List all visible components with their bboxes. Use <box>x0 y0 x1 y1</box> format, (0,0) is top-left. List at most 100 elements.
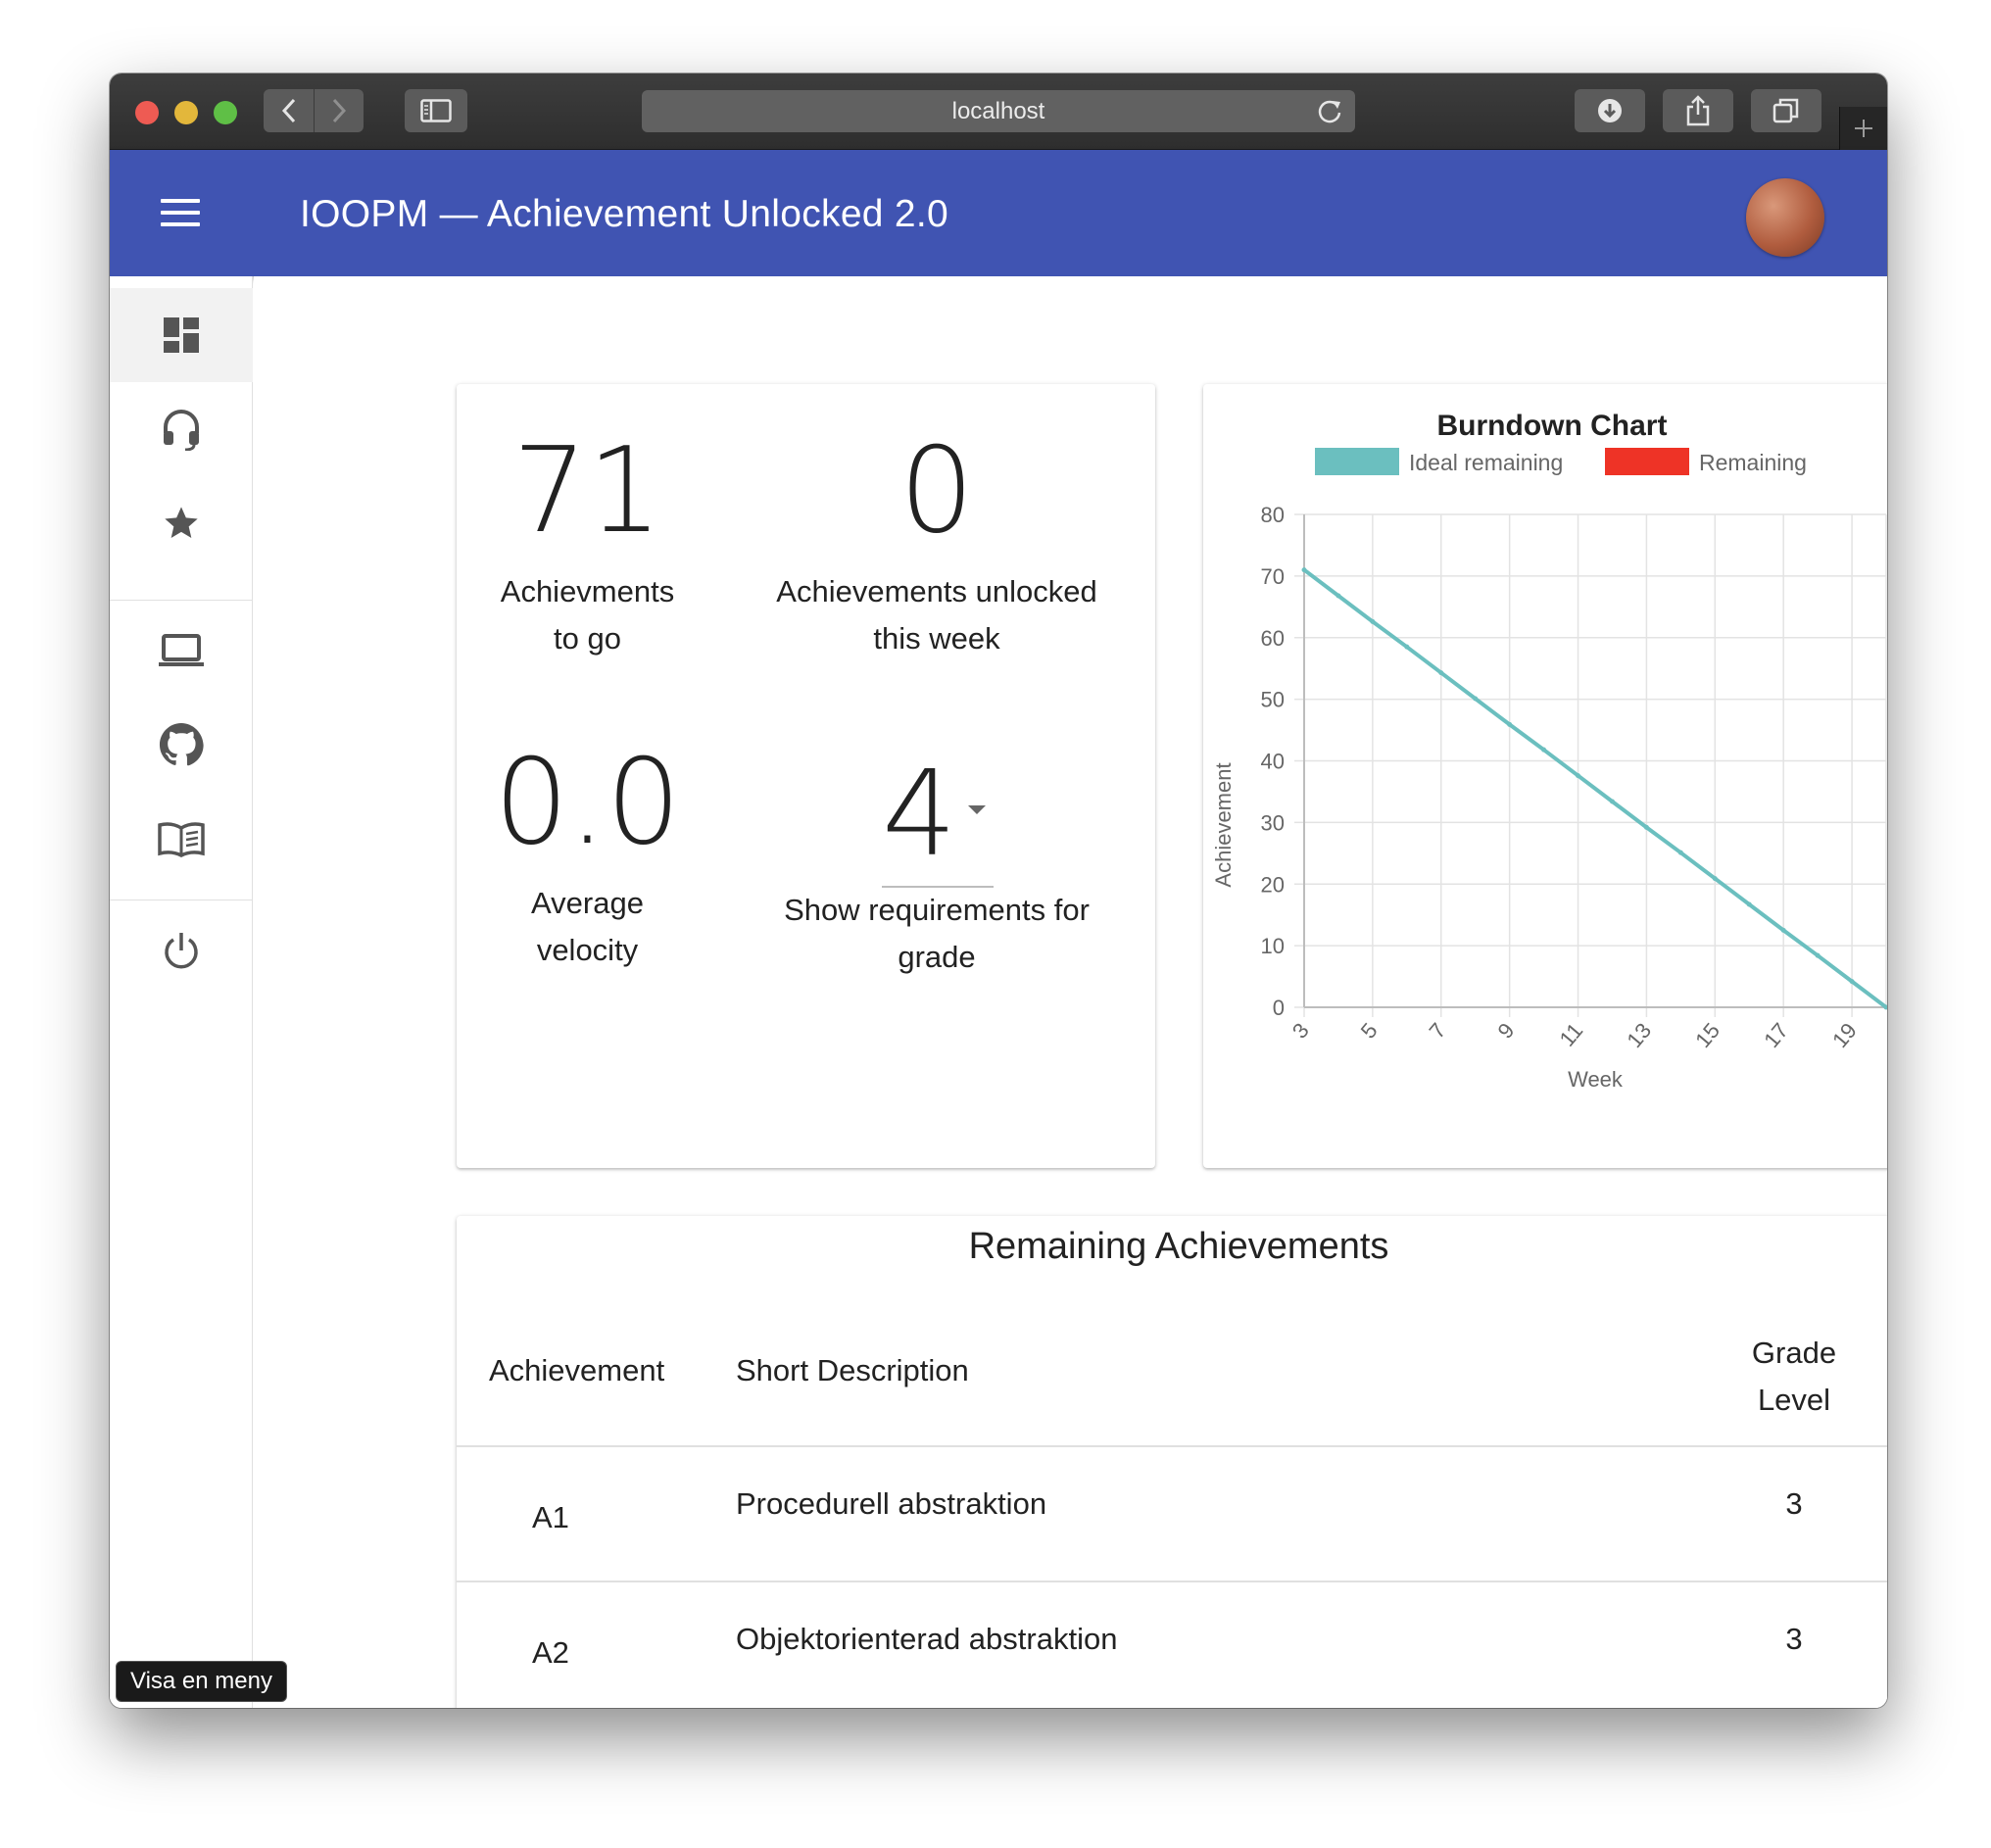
chevron-left-icon <box>281 98 295 123</box>
headset-icon <box>164 410 199 451</box>
tabs-icon <box>1772 98 1799 123</box>
menu-icon <box>161 199 200 203</box>
header-divider <box>457 1445 1887 1447</box>
cell-grade-level: 3 <box>1785 1486 1803 1521</box>
x-tick-label: 5 <box>1356 1018 1383 1043</box>
column-header-description[interactable]: Short Description <box>736 1353 969 1388</box>
user-avatar[interactable] <box>1746 178 1824 257</box>
data-point <box>1404 644 1410 650</box>
stat-label: Average velocity <box>531 886 644 967</box>
data-point <box>1370 618 1376 624</box>
caret-down-icon <box>968 805 987 814</box>
data-point <box>1473 696 1479 702</box>
y-tick-label: 40 <box>1261 750 1285 774</box>
stat-to-go: 71 Achievments to go <box>457 433 718 662</box>
legend-swatch[interactable] <box>1605 448 1689 475</box>
x-tick-label: 19 <box>1827 1018 1862 1052</box>
data-point <box>1541 747 1547 753</box>
nav-help[interactable] <box>110 382 253 476</box>
y-tick-label: 60 <box>1261 626 1285 651</box>
plus-icon <box>1855 120 1872 137</box>
address-bar[interactable]: localhost <box>642 90 1355 132</box>
y-tick-label: 30 <box>1261 810 1285 835</box>
x-tick-label: 11 <box>1555 1018 1588 1051</box>
back-button[interactable] <box>264 89 314 132</box>
stat-label: Achievements unlocked this week <box>776 574 1097 656</box>
x-tick-label: 9 <box>1492 1018 1519 1043</box>
chevron-right-icon <box>332 98 347 123</box>
nav-github[interactable] <box>110 698 253 792</box>
grade-select[interactable]: 4 <box>882 756 994 888</box>
github-icon <box>159 722 204 766</box>
power-icon <box>165 933 198 969</box>
x-tick-label: 7 <box>1425 1018 1451 1043</box>
x-tick-label: 3 <box>1287 1018 1314 1043</box>
nav-lab[interactable] <box>110 604 253 698</box>
reload-icon[interactable] <box>1316 98 1343 125</box>
legend-label[interactable]: Ideal remaining <box>1409 450 1563 475</box>
legend-swatch[interactable] <box>1315 448 1399 475</box>
downloads-button[interactable] <box>1575 89 1645 132</box>
cell-achievement-id: A1 <box>532 1500 569 1534</box>
share-button[interactable] <box>1663 89 1733 132</box>
navigation-rail <box>110 276 253 1708</box>
column-header-achievement[interactable]: Achievement <box>489 1353 664 1388</box>
x-tick-label: 15 <box>1690 1018 1724 1052</box>
minimize-window-button[interactable] <box>174 101 198 124</box>
history-nav-group <box>264 89 364 132</box>
data-point <box>1746 901 1752 907</box>
legend-label[interactable]: Remaining <box>1699 450 1807 475</box>
stat-label: Show requirements for grade <box>784 893 1090 974</box>
data-point <box>1815 952 1821 958</box>
cell-description: Procedurell abstraktion <box>736 1486 1047 1521</box>
data-point <box>1780 927 1786 933</box>
browser-titlebar: localhost <box>110 73 1887 150</box>
nav-achievements[interactable] <box>110 476 253 570</box>
nav-docs[interactable] <box>110 792 253 886</box>
x-tick-label: 13 <box>1622 1018 1656 1052</box>
sidebar-toggle-button[interactable] <box>405 89 467 132</box>
y-axis-label: Achievement <box>1211 762 1236 887</box>
series-line <box>1302 567 1887 1009</box>
data-point <box>1335 593 1341 599</box>
data-point <box>1507 721 1513 727</box>
x-axis-label: Week <box>1568 1067 1624 1092</box>
data-point <box>1609 799 1615 804</box>
data-point <box>1677 850 1683 855</box>
menu-button[interactable] <box>161 199 200 228</box>
menu-tooltip: Visa en meny <box>116 1661 287 1702</box>
stat-value: 0 <box>898 423 975 559</box>
nav-divider <box>110 600 253 601</box>
close-window-button[interactable] <box>135 101 159 124</box>
stat-value: 71 <box>512 423 662 559</box>
book-icon <box>158 822 205 857</box>
cell-description: Objektorienterad abstraktion <box>736 1622 1118 1656</box>
nav-dashboard[interactable] <box>110 288 253 382</box>
data-point <box>1849 979 1855 985</box>
zoom-window-button[interactable] <box>214 101 237 124</box>
remaining-achievements-card: Remaining Achievements Achievement Short… <box>457 1216 1887 1708</box>
stat-value: 0.0 <box>494 735 681 871</box>
stat-average-velocity: 0.0 Average velocity <box>457 745 718 974</box>
data-point <box>1576 773 1581 779</box>
nav-logout[interactable] <box>110 903 253 997</box>
forward-button[interactable] <box>314 89 364 132</box>
stat-grade-label: Show requirements for grade <box>718 887 1155 981</box>
browser-window: localhost IOOPM — Achievement Unlocked 2… <box>110 73 1887 1708</box>
star-icon <box>165 507 198 538</box>
download-icon <box>1598 99 1622 122</box>
y-tick-label: 20 <box>1261 872 1285 897</box>
y-tick-label: 0 <box>1273 996 1285 1020</box>
stat-label: Achievments to go <box>500 574 675 656</box>
stat-unlocked-this-week: 0 Achievements unlocked this week <box>718 433 1155 662</box>
stats-card: 71 Achievments to go 0 Achievements unlo… <box>457 384 1155 1168</box>
cell-achievement-id: A2 <box>532 1635 569 1670</box>
column-header-grade-level[interactable]: Grade Level <box>1730 1330 1858 1424</box>
sidebar-icon <box>420 99 452 122</box>
burndown-chart-card: Burndown Chart 0 10 20 30 40 50 60 70 80 3 5 7 9 11 13… <box>1203 384 1887 1168</box>
show-tabs-button[interactable] <box>1751 89 1821 132</box>
data-point <box>1438 670 1444 676</box>
cell-grade-level: 3 <box>1785 1622 1803 1656</box>
share-icon <box>1686 95 1710 126</box>
new-tab-button[interactable] <box>1839 107 1887 150</box>
